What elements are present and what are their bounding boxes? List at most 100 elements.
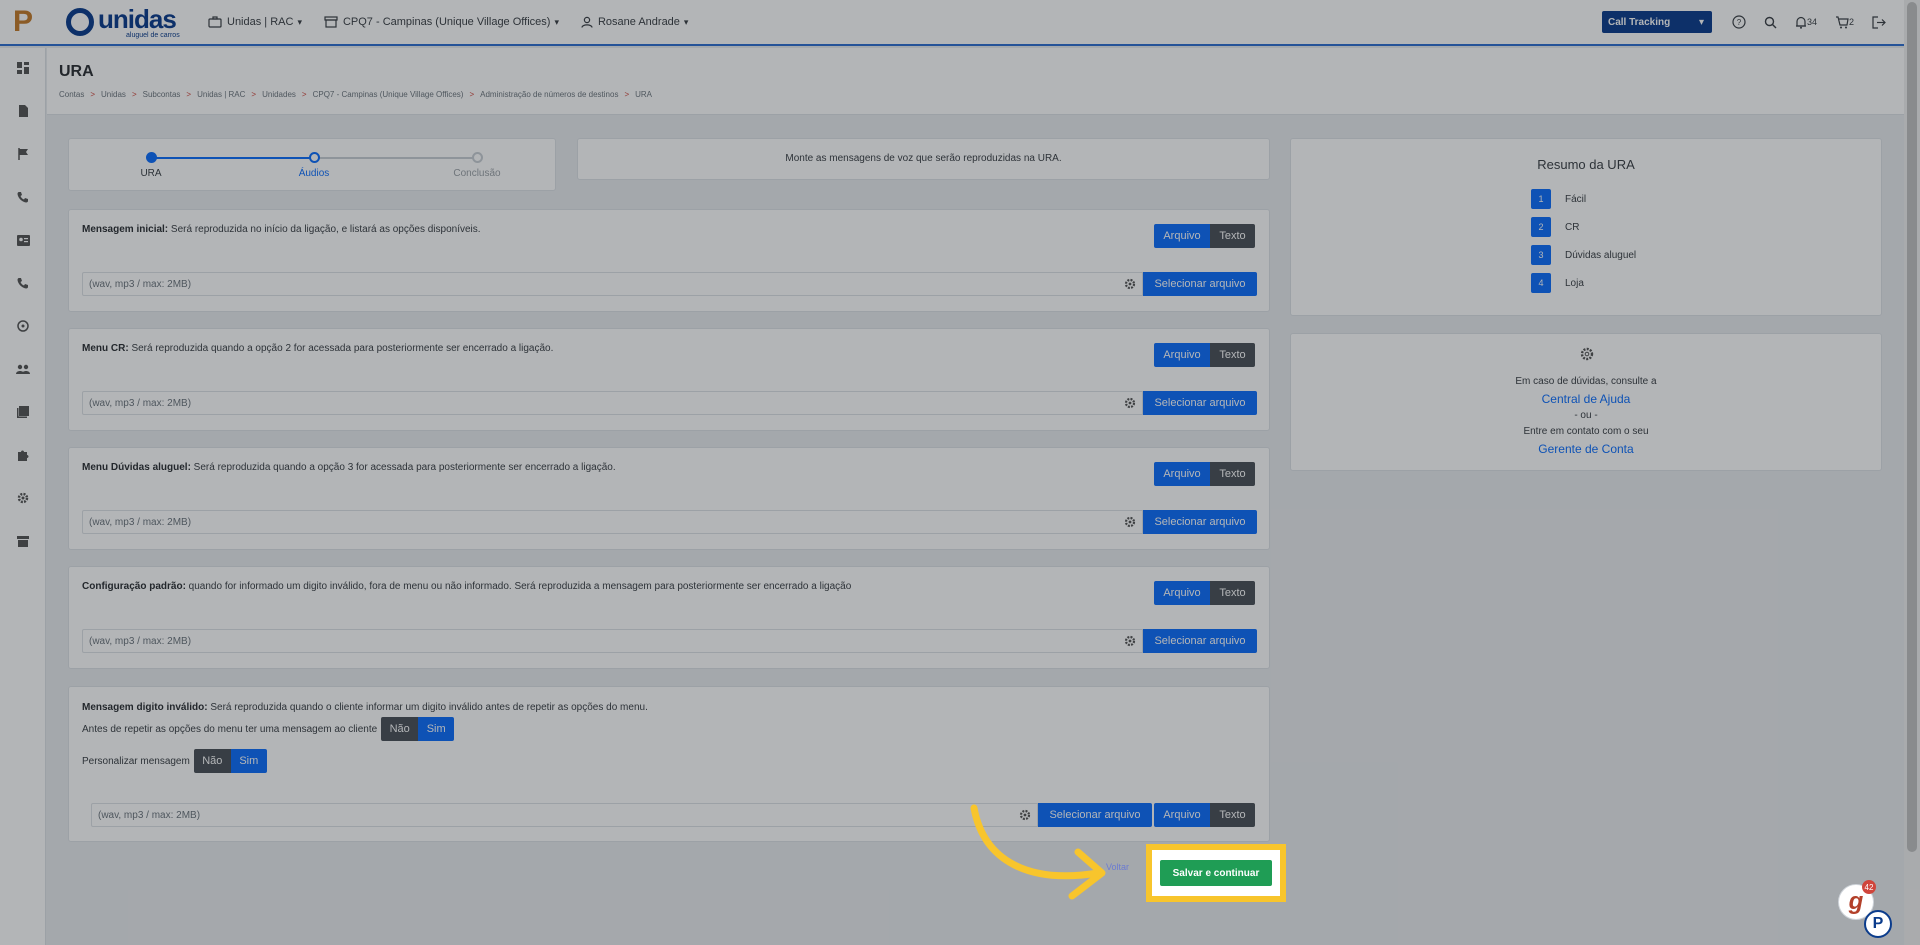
top-header: P unidas aluguel de carros Unidas | RAC … [0,0,1904,46]
help-text: Entre em contato com o seu [1523,426,1649,437]
nao-button[interactable]: Não [381,717,419,741]
texto-button[interactable]: Texto [1210,581,1255,605]
sim-button[interactable]: Sim [230,749,267,773]
stepper-card: URA Áudios Conclusão [68,138,556,191]
arquivo-button[interactable]: Arquivo [1154,224,1210,248]
breadcrumb-item[interactable]: Administração de números de destinos [480,90,618,99]
nao-button[interactable]: Não [193,749,231,773]
file-input-placeholder: (wav, mp3 / max: 2MB) [89,397,192,409]
select-file-button[interactable]: Selecionar arquivo [1143,510,1257,534]
message-desc: Será reproduzida quando a opção 2 for ac… [128,343,554,354]
breadcrumb-item[interactable]: Subcontas [143,90,181,99]
step-label-audios: Áudios [298,168,330,179]
texto-button[interactable]: Texto [1210,343,1255,367]
call-tracking-button[interactable]: Call Tracking ▾ [1601,11,1712,33]
texto-button[interactable]: Texto [1210,224,1255,248]
library-icon[interactable] [15,404,31,420]
store-icon[interactable] [15,533,31,549]
app-logo[interactable]: P [0,0,46,44]
settings-icon[interactable] [1124,397,1136,409]
document-icon[interactable] [15,103,31,119]
step-label-conclusao: Conclusão [453,168,501,179]
question-label: Personalizar mensagem [82,755,190,767]
scrollbar-thumb[interactable] [1907,2,1917,852]
breadcrumb-separator: > [251,90,257,99]
sim-button[interactable]: Sim [418,717,455,741]
file-input-placeholder: (wav, mp3 / max: 2MB) [89,278,192,290]
chevron-down-icon: ▾ [297,16,302,27]
support-widget-icon[interactable]: P [1864,910,1892,938]
company-selector[interactable]: Unidas | RAC ▾ [208,16,302,28]
account-manager-link[interactable]: Gerente de Conta [1291,442,1881,456]
mode-toggle: Arquivo Texto [1154,803,1255,827]
gear-icon[interactable] [15,490,31,506]
breadcrumb-separator: > [90,90,96,99]
message-description: Menu Dúvidas aluguel: Será reproduzida q… [82,462,616,473]
file-upload-row: (wav, mp3 / max: 2MB) Selecionar arquivo [82,391,1257,415]
phone-icon[interactable] [15,189,31,205]
breadcrumb-item[interactable]: Unidas [101,90,126,99]
settings-icon[interactable] [1124,635,1136,647]
file-input[interactable]: (wav, mp3 / max: 2MB) [82,391,1143,415]
breadcrumb: Contas > Unidas > Subcontas > Unidas | RAC >… [59,90,652,99]
select-file-button[interactable]: Selecionar arquivo [1143,272,1257,296]
texto-button[interactable]: Texto [1210,803,1255,827]
puzzle-icon[interactable] [15,447,31,463]
cart-button[interactable]: 2 [1835,15,1854,29]
user-menu[interactable]: Rosane Andrade ▾ [581,16,688,28]
call-icon[interactable] [15,275,31,291]
brand-logo-circle [66,8,94,36]
contact-card-icon[interactable] [15,232,31,248]
file-input-placeholder: (wav, mp3 / max: 2MB) [89,516,192,528]
select-file-button[interactable]: Selecionar arquivo [1143,629,1257,653]
step-dot-current [309,152,320,163]
file-upload-row: (wav, mp3 / max: 2MB) Selecionar arquivo [82,272,1257,296]
search-icon[interactable] [1764,16,1777,29]
page-scrollbar[interactable] [1904,0,1920,945]
file-input[interactable]: (wav, mp3 / max: 2MB) [91,803,1038,827]
breadcrumb-item[interactable]: Unidades [262,90,296,99]
call-tracking-label: Call Tracking [1607,16,1671,28]
breadcrumb-separator: > [469,90,475,99]
arquivo-button[interactable]: Arquivo [1154,581,1210,605]
file-input[interactable]: (wav, mp3 / max: 2MB) [82,272,1143,296]
texto-button[interactable]: Texto [1210,462,1255,486]
message-card-cr: Menu CR: Será reproduzida quando a opção… [68,328,1270,431]
flag-icon[interactable] [15,146,31,162]
arquivo-button[interactable]: Arquivo [1154,343,1210,367]
step-label-ura: URA [140,168,162,179]
notifications-button[interactable]: 34 [1795,16,1817,29]
settings-icon[interactable] [1124,516,1136,528]
breadcrumb-item[interactable]: Unidas | RAC [197,90,245,99]
file-input[interactable]: (wav, mp3 / max: 2MB) [82,629,1143,653]
help-center-link[interactable]: Central de Ajuda [1291,392,1881,406]
breadcrumb-item[interactable]: CPQ7 - Campinas (Unique Village Offices) [313,90,464,99]
tutorial-arrow-icon [970,804,1106,900]
summary-card: Resumo da URA 1 Fácil 2 CR 3 Dúvidas alugue… [1290,138,1882,316]
unit-selector[interactable]: CPQ7 - Campinas (Unique Village Offices)… [324,16,559,28]
user-icon [581,16,593,28]
summary-label: Fácil [1565,193,1587,205]
arquivo-button[interactable]: Arquivo [1154,462,1210,486]
yes-no-toggle: Não Sim [193,749,267,773]
summary-item: 3 Dúvidas aluguel [1531,245,1636,265]
message-title: Menu CR: [82,343,129,354]
breadcrumb-item[interactable]: Contas [59,90,84,99]
breadcrumb-separator: > [131,90,137,99]
message-description: Mensagem inicial: Será reproduzida no in… [82,224,481,235]
store-icon [324,16,338,28]
clock-icon[interactable] [15,318,31,334]
question-label: Antes de repetir as opções do menu ter u… [82,723,378,735]
users-icon[interactable] [15,361,31,377]
message-card-initial: Mensagem inicial: Será reproduzida no in… [68,209,1270,312]
dashboard-icon[interactable] [15,60,31,76]
chevron-down-icon: ▾ [554,16,559,27]
save-continue-button[interactable]: Salvar e continuar [1160,860,1272,886]
arquivo-button[interactable]: Arquivo [1154,803,1210,827]
settings-icon[interactable] [1124,278,1136,290]
file-input[interactable]: (wav, mp3 / max: 2MB) [82,510,1143,534]
file-upload-row: (wav, mp3 / max: 2MB) Selecionar arquivo [82,510,1257,534]
logout-icon[interactable] [1872,15,1886,29]
help-icon[interactable]: ? [1732,15,1746,29]
select-file-button[interactable]: Selecionar arquivo [1143,391,1257,415]
